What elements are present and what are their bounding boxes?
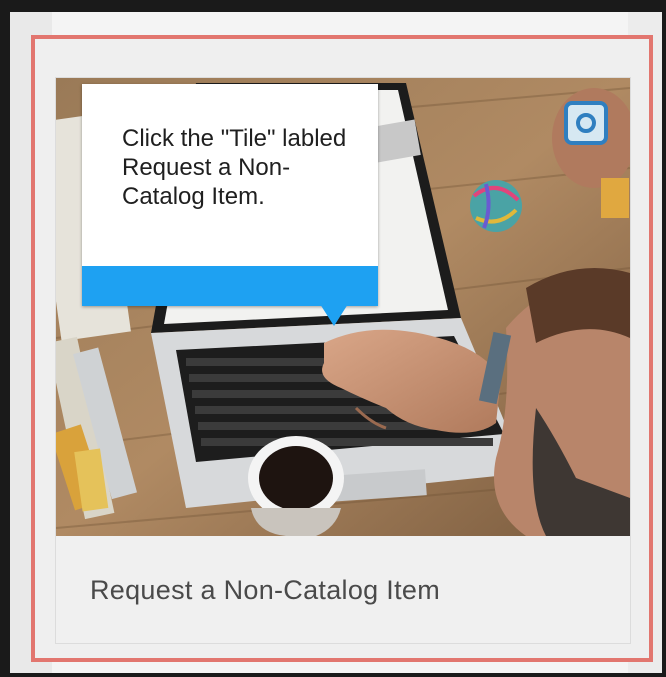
callout-accent-bar (82, 266, 378, 306)
callout-pointer (320, 304, 348, 326)
instruction-callout: Click the "Tile" labled Request a Non-Ca… (82, 84, 378, 306)
tile-title[interactable]: Request a Non-Catalog Item (90, 575, 440, 606)
callout-text: Click the "Tile" labled Request a Non-Ca… (122, 125, 347, 210)
